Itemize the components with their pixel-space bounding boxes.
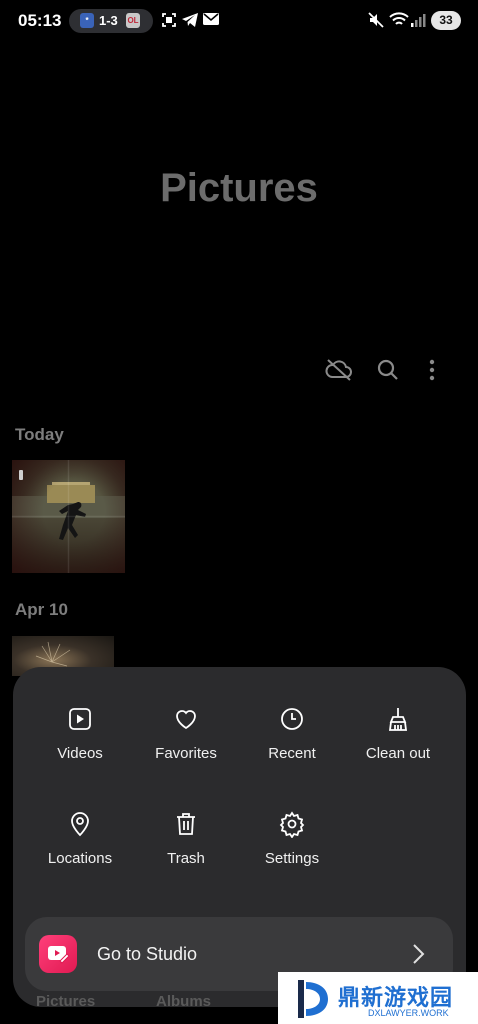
studio-icon [39,935,77,973]
bottom-tab-pictures: Pictures [36,993,96,1010]
menu-item-favorites[interactable]: Favorites [133,705,239,775]
heart-icon [133,705,239,733]
menu-item-locations[interactable]: Locations [27,810,133,880]
trash-icon [133,810,239,838]
telegram-icon [181,12,199,33]
status-bar: 05:13 * 1-3 OL 33 [0,0,478,42]
photo-thumbnail[interactable] [12,460,125,573]
menu-item-recent[interactable]: Recent [239,705,345,775]
location-pin-icon [27,810,133,838]
cloud-off-icon[interactable] [323,354,355,386]
video-icon [27,705,133,733]
screenshot-icon [161,12,177,33]
live-score-pill[interactable]: * 1-3 OL [69,9,153,33]
clock-icon [239,705,345,733]
section-label-today: Today [15,425,64,444]
menu-item-trash[interactable]: Trash [133,810,239,880]
chevron-right-icon [411,943,425,970]
wifi-icon [389,12,409,33]
live-score: 1-3 [99,13,118,28]
menu-item-videos[interactable]: Videos [27,705,133,775]
team-a-badge: * [80,13,94,28]
menu-item-settings[interactable]: Settings [239,810,345,880]
more-vertical-icon[interactable] [416,354,448,386]
signal-icon [410,12,426,33]
watermark: 鼎新游戏园 DXLAWYER.WORK [278,972,478,1024]
section-label-apr10: Apr 10 [15,600,68,619]
mail-icon [203,12,219,31]
menu-item-clean-out[interactable]: Clean out [345,705,451,775]
search-icon[interactable] [372,354,404,386]
broom-icon [345,705,451,733]
motion-photo-icon [18,467,24,485]
page-title: Pictures [160,166,318,210]
team-b-badge: OL [126,13,140,28]
status-time: 05:13 [18,11,62,30]
battery-indicator: 33 [431,11,461,30]
watermark-url: DXLAWYER.WORK [368,1008,449,1018]
bottom-tab-albums: Albums [156,993,212,1010]
watermark-logo [298,980,328,1018]
gear-icon [239,810,345,839]
mute-icon [368,12,384,33]
go-to-studio-label: Go to Studio [97,944,198,964]
